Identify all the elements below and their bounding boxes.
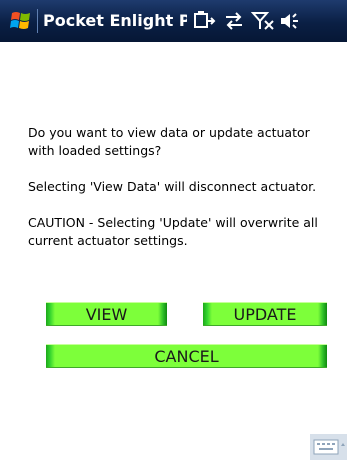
caution-message: CAUTION - Selecting 'Update' will overwr… (28, 215, 318, 248)
title-separator (37, 9, 38, 33)
prompt-message: Do you want to view data or update actua… (28, 125, 310, 158)
app-title[interactable]: Pocket Enlight Pro (43, 11, 187, 33)
view-button[interactable]: VIEW (46, 302, 167, 326)
no-signal-icon[interactable] (251, 11, 275, 31)
disconnect-info-message: Selecting 'View Data' will disconnect ac… (28, 179, 317, 194)
update-button[interactable]: UPDATE (203, 302, 327, 326)
battery-icon[interactable] (193, 11, 217, 31)
keyboard-icon[interactable] (310, 434, 347, 460)
dialog-content: Do you want to view data or update actua… (0, 42, 347, 460)
speaker-icon[interactable] (278, 11, 302, 31)
sync-arrows-icon[interactable] (222, 11, 246, 31)
title-bar: Pocket Enlight Pro (0, 0, 347, 42)
cancel-button[interactable]: CANCEL (46, 344, 327, 368)
windows-start-icon[interactable] (9, 9, 33, 33)
